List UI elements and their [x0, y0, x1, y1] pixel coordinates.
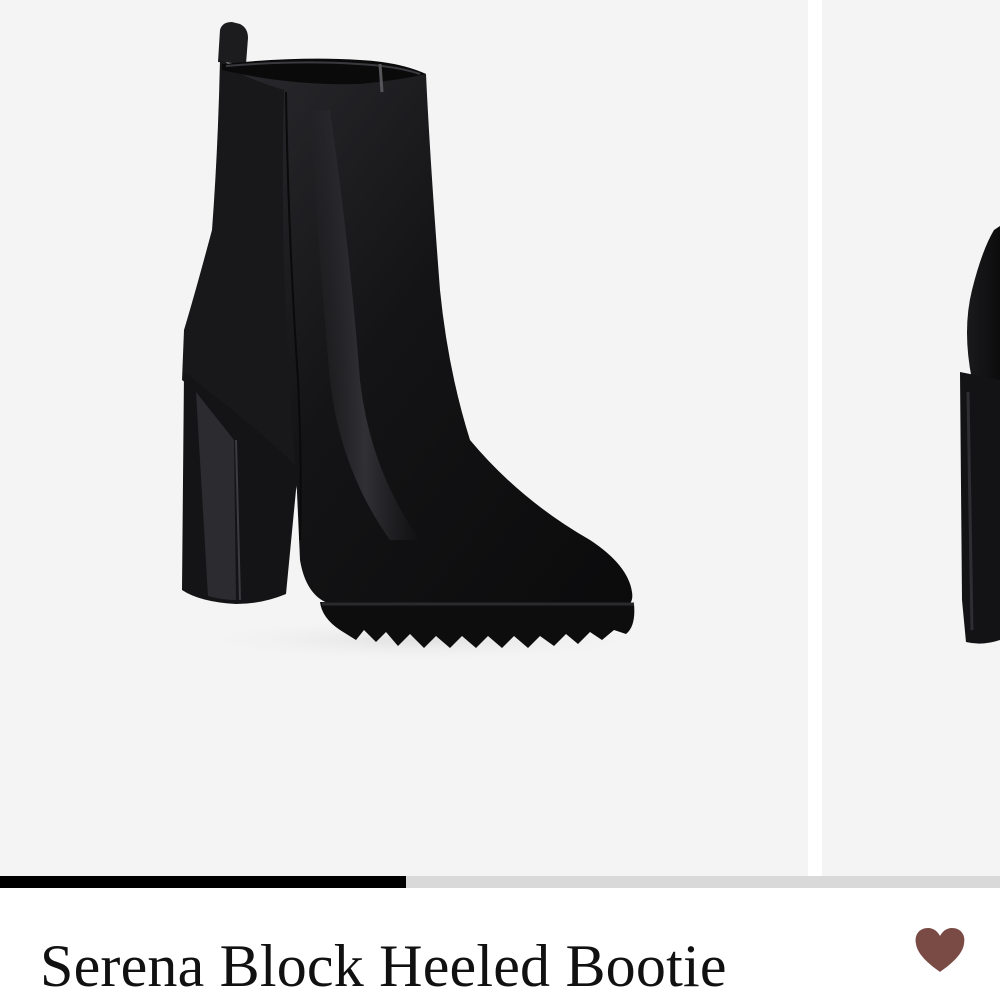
product-image-carousel[interactable]	[0, 0, 1000, 876]
ankle-boot-image-partial	[960, 226, 1000, 644]
ankle-boot-image	[180, 22, 660, 662]
product-image-next[interactable]	[822, 0, 1000, 876]
product-title: Serena Block Heeled Bootie	[40, 933, 727, 999]
product-image-main[interactable]	[0, 0, 808, 876]
product-detail-page: Serena Block Heeled Bootie	[0, 0, 1000, 1000]
heart-icon	[915, 928, 965, 972]
carousel-progress-fill	[0, 876, 406, 888]
product-title-row: Serena Block Heeled Bootie	[0, 888, 1000, 1000]
favorite-button[interactable]	[908, 920, 972, 980]
carousel-progress-track	[0, 876, 1000, 888]
